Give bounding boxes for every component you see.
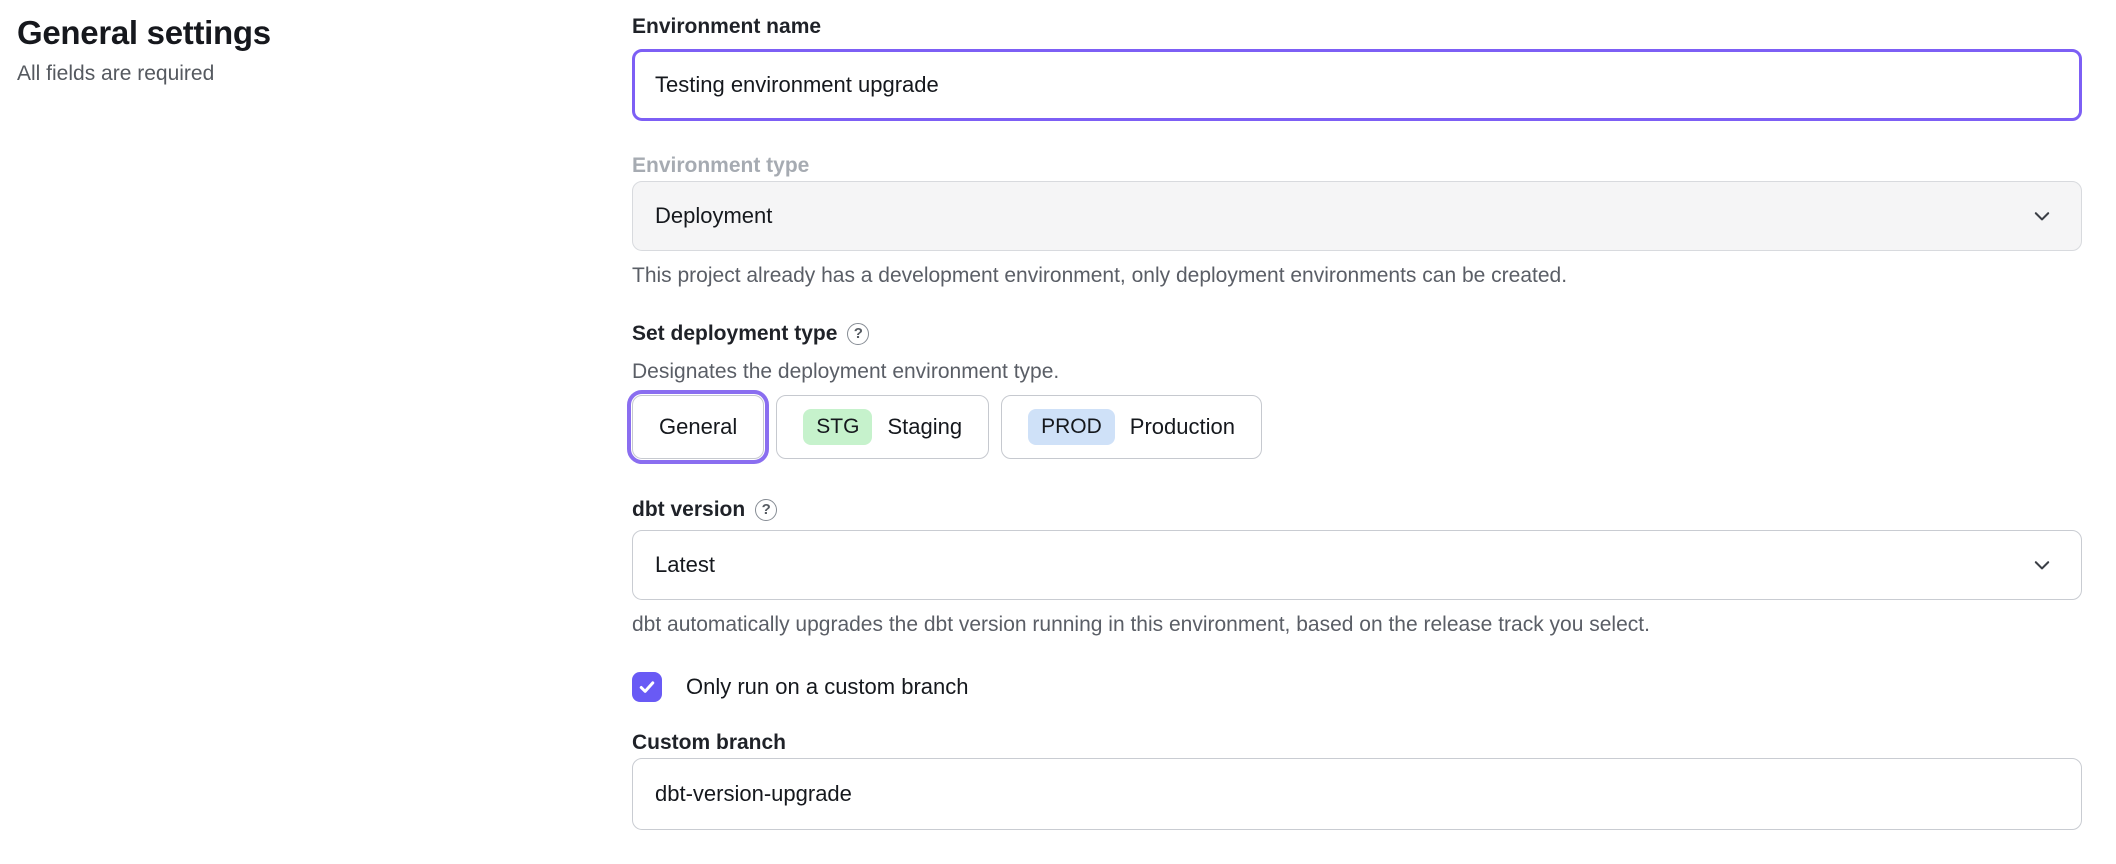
option-label: General [659, 414, 737, 440]
deployment-type-label: Set deployment type [632, 321, 837, 347]
custom-branch-input[interactable] [632, 758, 2082, 830]
environment-type-value: Deployment [655, 203, 772, 229]
stg-badge: STG [803, 409, 872, 445]
deployment-type-helper: Designates the deployment environment ty… [632, 359, 2082, 385]
custom-branch-label: Custom branch [632, 730, 2082, 756]
deployment-type-option-production[interactable]: PROD Production [1001, 395, 1262, 459]
checkmark-icon [637, 677, 657, 697]
settings-form: Environment name Environment type Deploy… [632, 0, 2082, 830]
dbt-version-label: dbt version [632, 497, 745, 523]
dbt-version-help-icon[interactable] [755, 499, 777, 521]
dbt-version-helper: dbt automatically upgrades the dbt versi… [632, 612, 2082, 638]
option-label: Staging [887, 414, 962, 440]
general-settings-page: General settings All fields are required… [0, 0, 2116, 864]
environment-type-select: Deployment [632, 181, 2082, 251]
deployment-type-help-icon[interactable] [847, 323, 869, 345]
option-label: Production [1130, 414, 1235, 440]
settings-header: General settings All fields are required [17, 12, 577, 87]
page-title: General settings [17, 12, 577, 54]
environment-type-helper: This project already has a development e… [632, 263, 2082, 289]
environment-name-label: Environment name [632, 14, 2082, 40]
deployment-type-label-row: Set deployment type [632, 321, 2082, 347]
page-subtitle: All fields are required [17, 61, 577, 87]
custom-branch-checkbox-label[interactable]: Only run on a custom branch [686, 674, 968, 700]
custom-branch-checkbox[interactable] [632, 672, 662, 702]
environment-type-label: Environment type [632, 153, 2082, 179]
custom-branch-toggle-row: Only run on a custom branch [632, 672, 2082, 702]
chevron-down-icon [2031, 554, 2053, 576]
deployment-type-options: General STG Staging PROD Production [632, 395, 2082, 459]
environment-name-input[interactable] [632, 49, 2082, 121]
dbt-version-select[interactable]: Latest [632, 530, 2082, 600]
chevron-down-icon [2031, 205, 2053, 227]
deployment-type-option-staging[interactable]: STG Staging [776, 395, 989, 459]
prod-badge: PROD [1028, 409, 1115, 445]
dbt-version-label-row: dbt version [632, 497, 2082, 523]
dbt-version-value: Latest [655, 552, 715, 578]
deployment-type-option-general[interactable]: General [632, 395, 764, 459]
